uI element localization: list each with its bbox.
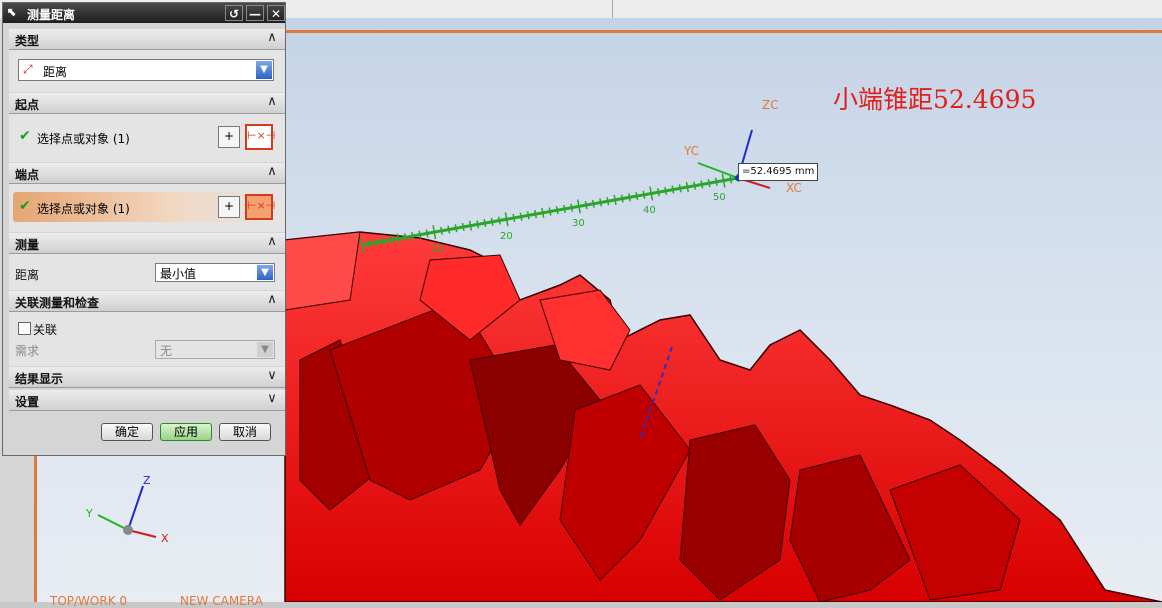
ruler-tick-40: 40 [643, 205, 656, 216]
point-dialog-button[interactable]: + [218, 196, 240, 218]
section-assoc-header[interactable]: 关联测量和检查 ∧ [9, 291, 285, 312]
triad-y-label: Y [86, 507, 93, 520]
ok-button[interactable]: 确定 [101, 423, 153, 441]
start-select-text: 选择点或对象 (1) [37, 132, 130, 146]
point-dialog-button[interactable]: + [218, 126, 240, 148]
section-results-label: 结果显示 [15, 372, 64, 386]
requirement-label: 需求 [15, 344, 40, 358]
inferred-point-button[interactable]: ⊢×⊣ [245, 124, 275, 150]
cursor-icon: ⬉ [7, 5, 18, 19]
triad-x-label: X [161, 532, 169, 545]
collapse-icon[interactable]: ∧ [263, 234, 281, 251]
section-settings-header[interactable]: 设置 ∨ [9, 390, 285, 411]
section-measure-header[interactable]: 测量 ∧ [9, 233, 285, 254]
ruler-tick-30: 30 [572, 218, 585, 229]
measure-result-label: =52.4695 mm [738, 163, 819, 181]
section-start-label: 起点 [15, 98, 40, 112]
associative-checkbox[interactable] [18, 322, 31, 335]
ruler-tick-50: 50 [713, 192, 726, 203]
reset-button[interactable]: ↺ [225, 5, 243, 21]
requirement-combo: 无 ▼ [155, 340, 275, 359]
xc-label: XC [786, 181, 802, 195]
section-end-body: ✔ 选择点或对象 (1) + ⊢×⊣ [9, 184, 285, 232]
section-assoc-label: 关联测量和检查 [15, 296, 100, 310]
collapse-icon[interactable]: ∧ [263, 164, 281, 181]
section-measure-label: 测量 [15, 238, 40, 252]
section-start-body: ✔ 选择点或对象 (1) + ⊢×⊣ [9, 114, 285, 162]
type-value: 距离 [43, 65, 68, 79]
section-type-body: ⤢ 距离 ▼ [9, 50, 285, 92]
close-button[interactable]: ✕ [267, 5, 285, 21]
section-measure-body: 距离 最小值 ▼ [9, 254, 285, 290]
collapse-icon[interactable]: ∧ [263, 30, 281, 47]
dialog-titlebar[interactable]: ⬉ 测量距离 ↺ — ✕ [3, 3, 285, 23]
associative-label: 关联 [33, 323, 58, 337]
distance-mode-value: 最小值 [160, 267, 197, 281]
collapse-icon[interactable]: ∧ [263, 292, 281, 309]
section-results-header[interactable]: 结果显示 ∨ [9, 367, 285, 388]
ruler-tick-20: 20 [500, 231, 513, 242]
end-select-row[interactable]: ✔ 选择点或对象 (1) + ⊢×⊣ [13, 192, 275, 222]
chevron-down-icon[interactable]: ▼ [256, 61, 272, 79]
distance-mode-combo[interactable]: 最小值 ▼ [155, 263, 275, 282]
apply-button[interactable]: 应用 [160, 423, 212, 441]
expand-icon[interactable]: ∨ [263, 391, 281, 408]
chevron-down-icon[interactable]: ▼ [257, 265, 273, 280]
inferred-point-button[interactable]: ⊢×⊣ [245, 194, 275, 220]
dialog-title: 测量距离 [27, 8, 76, 22]
collapse-icon[interactable]: ∧ [263, 94, 281, 111]
requirement-value: 无 [160, 344, 173, 358]
yc-label: YC [684, 144, 700, 158]
expand-icon[interactable]: ∨ [263, 368, 281, 385]
section-end-header[interactable]: 端点 ∧ [9, 163, 285, 184]
triad-z-label: Z [143, 474, 151, 487]
measure-distance-dialog: ⬉ 测量距离 ↺ — ✕ 类型 ∧ ⤢ 距离 ▼ 起点 ∧ ✔ 选择点或对象 (… [2, 2, 286, 456]
view-name-label: TOP/WORK 0 [50, 594, 128, 608]
ruler-tick-10: 10 [431, 244, 444, 255]
end-select-text: 选择点或对象 (1) [37, 202, 130, 216]
distance-field-label: 距离 [15, 268, 40, 282]
camera-label: NEW CAMERA [180, 594, 263, 608]
check-icon: ✔ [19, 198, 31, 214]
cancel-button[interactable]: 取消 [219, 423, 271, 441]
section-type-header[interactable]: 类型 ∧ [9, 29, 285, 50]
annotation-text: 小端锥距52.4695 [833, 85, 1037, 114]
minimize-button[interactable]: — [246, 5, 264, 21]
type-combo[interactable]: ⤢ 距离 ▼ [18, 59, 274, 81]
check-icon: ✔ [19, 128, 31, 144]
section-type-label: 类型 [15, 34, 40, 48]
zc-label: ZC [762, 98, 779, 112]
start-select-row[interactable]: ✔ 选择点或对象 (1) + ⊢×⊣ [13, 122, 275, 152]
section-settings-label: 设置 [15, 395, 40, 409]
distance-icon: ⤢ [23, 62, 33, 76]
section-assoc-body: 关联 需求 无 ▼ [9, 312, 285, 366]
section-end-label: 端点 [15, 168, 40, 182]
chevron-down-icon: ▼ [257, 342, 273, 357]
section-start-header[interactable]: 起点 ∧ [9, 93, 285, 114]
